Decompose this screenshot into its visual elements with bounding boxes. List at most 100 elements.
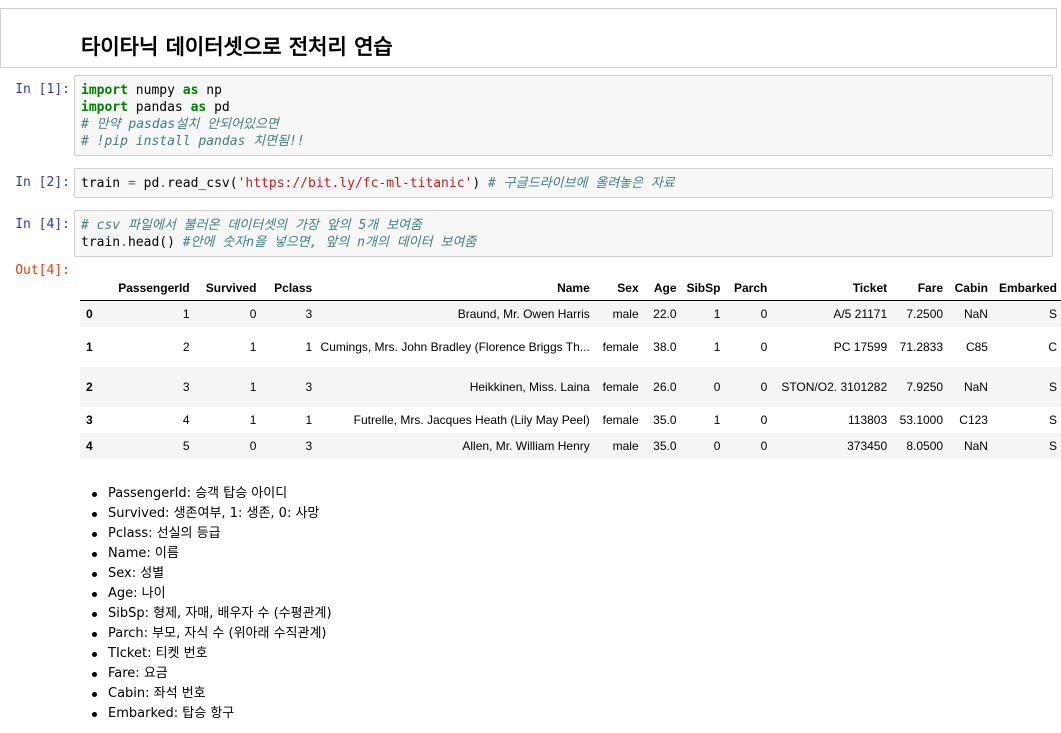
table-cell: 1 [249, 379, 257, 394]
table-cell: 38.0 [653, 339, 677, 354]
code-token: . [120, 235, 128, 250]
table-cell: 0 [249, 438, 257, 453]
code-line: train.head() #안에 숫자n을 넣으면, 앞의 n개의 데이터 보여… [81, 234, 1052, 251]
code-token: as [182, 83, 199, 98]
table-row: 2 3 1 3 Heikkinen, Miss. Laina female 26… [80, 366, 1061, 407]
code-token: = [127, 176, 136, 191]
table-cell: 373450 [847, 438, 888, 453]
table-cell: 0 [760, 438, 768, 453]
row-index: 0 [86, 306, 93, 321]
code-token: train [81, 235, 121, 250]
table-cell: female [602, 339, 639, 354]
cell-2-prompt: In [2]: [15, 175, 70, 190]
code-line: import numpy as np [81, 82, 1052, 99]
list-item: Cabin: 좌석 번호 [92, 684, 332, 704]
table-cell: 3 [305, 306, 313, 321]
table-cell: Futrelle, Mrs. Jacques Heath (Lily May P… [353, 412, 590, 427]
table-cell: NaN [963, 306, 988, 321]
code-token: train [81, 176, 128, 191]
table-cell: NaN [963, 438, 988, 453]
table-row: 4 5 0 3 Allen, Mr. William Henry male 35… [80, 432, 1061, 459]
table-cell: Braund, Mr. Owen Harris [457, 306, 590, 321]
table-cell: 0 [760, 412, 768, 427]
column-header: Parch [724, 275, 772, 301]
list-item: Fare: 요금 [92, 664, 332, 684]
column-header: Age [642, 275, 681, 301]
row-index: 1 [86, 339, 93, 354]
code-line: # csv 파일에서 불러온 데이터셋의 가장 앞의 5개 보여줌 [81, 217, 1052, 234]
table-cell: A/5 21171 [833, 306, 888, 321]
code-token: # 구글드라이브에 올려놓은 자료 [488, 176, 675, 191]
table-cell: S [1048, 306, 1057, 321]
list-item: SibSp: 형제, 자매, 배우자 수 (수평관계) [92, 604, 332, 624]
code-token: read_csv( [167, 176, 238, 191]
table-cell: Allen, Mr. William Henry [462, 438, 590, 453]
output-prompt: Out[4]: [15, 263, 70, 278]
code-token: ) [472, 176, 489, 191]
list-item: Survived: 생존여부, 1: 생존, 0: 사망 [92, 504, 332, 524]
table-header-row: PassengerId Survived Pclass Name Sex Age… [80, 275, 1061, 301]
table-cell: 2 [182, 339, 190, 354]
code-token: 'https://bit.ly/fc-ml-titanic' [237, 176, 473, 191]
code-token: # 만약 pasdas설치 안되어있으면 [81, 117, 279, 132]
table-cell: Heikkinen, Miss. Laina [469, 379, 590, 394]
table-cell: 26.0 [653, 379, 677, 394]
list-item: PassengerId: 승객 탑승 아이디 [92, 484, 332, 504]
code-token: pd [135, 176, 160, 191]
table-cell: 1 [713, 412, 721, 427]
code-line: import pandas as pd [81, 99, 1052, 116]
table-cell: male [612, 438, 639, 453]
column-description-list: PassengerId: 승객 탑승 아이디 Survived: 생존여부, 1… [92, 484, 332, 724]
table-cell: 1 [713, 306, 721, 321]
table-cell: S [1048, 379, 1057, 394]
table-cell: 0 [713, 438, 721, 453]
table-cell: 4 [182, 412, 190, 427]
table-cell: female [602, 379, 639, 394]
table-cell: NaN [963, 379, 988, 394]
table-cell: 7.9250 [906, 379, 944, 394]
column-header [80, 275, 106, 301]
code-token: as [190, 100, 207, 115]
code-token: head() [127, 235, 183, 250]
list-item: Sex: 성별 [92, 564, 332, 584]
table-cell: female [602, 412, 639, 427]
code-token: pandas [127, 100, 191, 115]
code-cell-3[interactable]: # csv 파일에서 불러온 데이터셋의 가장 앞의 5개 보여줌 train.h… [74, 210, 1053, 257]
code-line: train = pd.read_csv('https://bit.ly/fc-m… [81, 175, 1052, 192]
table-cell: C [1048, 339, 1057, 354]
code-cell-1[interactable]: import numpy as np import pandas as pd # 만… [74, 75, 1053, 156]
table-cell: S [1048, 412, 1057, 427]
table-row: 0 1 0 3 Braund, Mr. Owen Harris male 22.… [80, 300, 1061, 327]
table-cell: C123 [959, 412, 988, 427]
code-token: . [159, 176, 168, 191]
column-header: Pclass [260, 275, 317, 301]
list-item: Age: 나이 [92, 584, 332, 604]
table-cell: 1 [182, 306, 190, 321]
list-item: Pclass: 선실의 등급 [92, 524, 332, 544]
table-cell: Cumings, Mrs. John Bradley (Florence Bri… [320, 339, 590, 354]
column-header: SibSp [680, 275, 725, 301]
column-header: Ticket [771, 275, 892, 301]
table-cell: 1 [713, 339, 721, 354]
code-line: # 만약 pasdas설치 안되어있으면 [81, 116, 1052, 133]
table-cell: 113803 [848, 412, 888, 427]
markdown-cell[interactable]: 타이타닉 데이터셋으로 전처리 연습 [0, 8, 1057, 68]
code-cell-2[interactable]: train = pd.read_csv('https://bit.ly/fc-m… [74, 168, 1053, 198]
table-cell: 71.2833 [899, 339, 944, 354]
column-header: Cabin [947, 275, 992, 301]
row-index: 2 [86, 379, 93, 394]
table-cell: 7.2500 [906, 306, 944, 321]
column-header: Name [316, 275, 594, 301]
notebook-title: 타이타닉 데이터셋으로 전처리 연습 [81, 35, 393, 59]
table-cell: 22.0 [653, 306, 677, 321]
table-cell: 3 [182, 379, 190, 394]
column-header: Fare [891, 275, 948, 301]
code-token: # !pip install pandas 치면됨!! [81, 134, 305, 149]
cell-3-prompt: In [4]: [15, 217, 70, 232]
column-header: Survived [193, 275, 261, 301]
list-item: Embarked: 탑승 항구 [92, 704, 332, 724]
code-token: import [81, 83, 128, 98]
list-item: Name: 이름 [92, 544, 332, 564]
table-cell: 1 [249, 339, 257, 354]
row-index: 4 [86, 438, 93, 453]
